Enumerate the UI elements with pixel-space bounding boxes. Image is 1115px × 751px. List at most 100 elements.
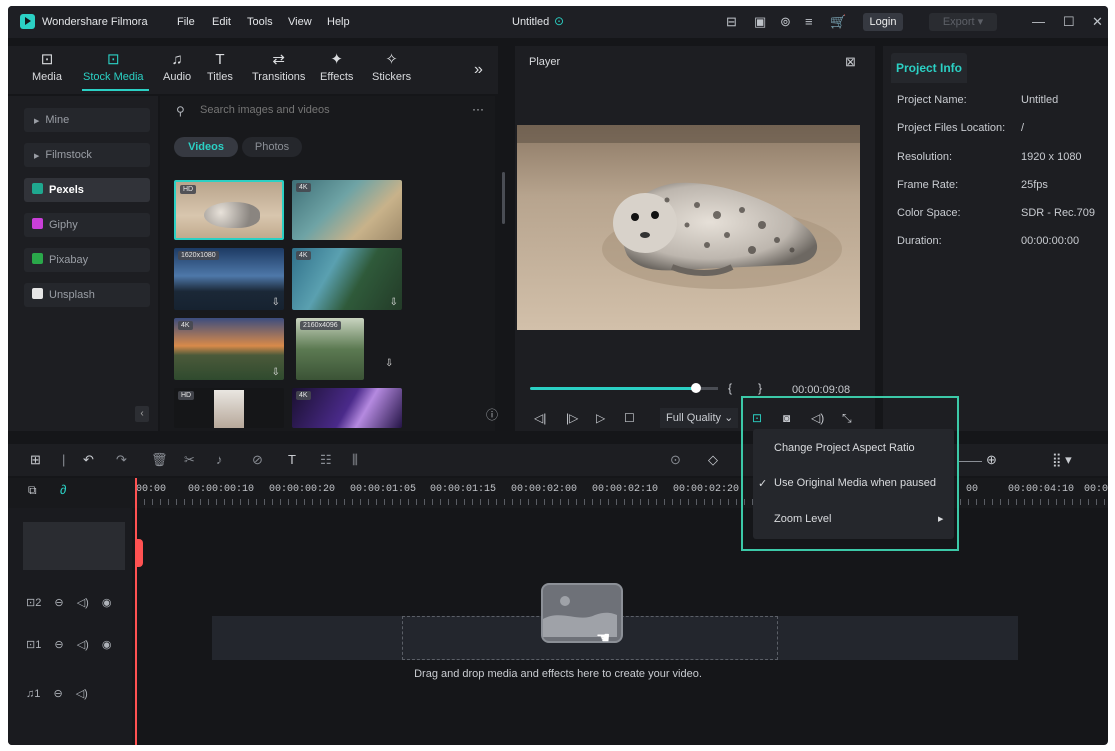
info-icon[interactable]: ⓘ — [486, 406, 498, 423]
active-tab-underline — [82, 89, 149, 91]
add-track-icon[interactable]: ⧉ — [28, 483, 37, 498]
sidebar-item-pexels[interactable]: Pexels — [24, 178, 150, 202]
snapshot-chart-icon[interactable]: ⊠ — [845, 54, 856, 70]
cloud-icon[interactable]: ⊚ — [780, 14, 791, 30]
mute-icon[interactable]: ◁) — [77, 597, 89, 609]
cart-icon[interactable]: 🛒 — [830, 14, 846, 30]
browser-scrollbar[interactable] — [502, 172, 505, 224]
submenu-arrow-icon: ▶ — [938, 516, 944, 523]
close-icon[interactable]: ✕ — [1092, 14, 1103, 30]
tab-media[interactable]: ⊡ Media — [32, 51, 62, 83]
playback-progress[interactable] — [530, 387, 698, 390]
prev-frame-icon[interactable]: ◁| — [534, 411, 546, 425]
play-icon[interactable]: ▷ — [596, 411, 605, 425]
video-thumb-river[interactable]: 4K ⇩ — [292, 248, 402, 310]
tab-titles[interactable]: T Titles — [207, 51, 233, 83]
expand-tabs-icon[interactable]: » — [474, 61, 483, 79]
resolution-badge: HD — [180, 185, 197, 194]
video-thumb-coast[interactable]: 4K — [292, 180, 402, 240]
video-thumb-hand[interactable]: HD — [174, 388, 284, 428]
stop-icon[interactable]: ☐ — [624, 411, 635, 425]
menu-item-change-aspect-ratio[interactable]: Change Project Aspect Ratio — [774, 442, 915, 454]
sidebar-item-label: Filmstock — [45, 149, 92, 161]
tab-photos[interactable]: Photos — [242, 137, 302, 157]
audio-adjust-icon[interactable]: ♪ — [216, 452, 223, 467]
tab-stock-media[interactable]: ⊡ Stock Media — [83, 51, 144, 83]
login-button[interactable]: Login — [863, 13, 903, 31]
download-icon[interactable]: ⇩ — [390, 297, 398, 308]
text-icon[interactable]: T — [288, 452, 296, 467]
sidebar-item-filmstock[interactable]: ▶ Filmstock — [24, 143, 150, 167]
undo-icon[interactable]: ↶ — [83, 452, 94, 468]
download-icon[interactable]: ⇩ — [272, 367, 280, 378]
lock-icon[interactable]: ⊖ — [53, 688, 62, 700]
menu-item-zoom-level[interactable]: Zoom Level — [774, 513, 831, 525]
video-thumb-seal[interactable]: HD — [174, 180, 284, 240]
delete-icon[interactable]: 🗑 — [151, 452, 168, 468]
download-icon[interactable]: ⇩ — [272, 297, 280, 308]
track-number: 1 — [35, 639, 42, 651]
save-icon[interactable]: ▣ — [754, 14, 766, 30]
menu-file[interactable]: File — [177, 16, 195, 28]
tab-stickers[interactable]: ✧ Stickers — [372, 51, 411, 83]
video-thumb-lake[interactable]: 1620x1080 ⇩ — [174, 248, 284, 310]
tab-videos[interactable]: Videos — [174, 137, 238, 157]
mask-icon[interactable]: ⊘ — [252, 452, 263, 468]
sidebar-item-label: Giphy — [49, 219, 78, 231]
video-thumb-galaxy[interactable]: 4K — [292, 388, 402, 428]
sidebar-item-giphy[interactable]: Giphy — [24, 213, 150, 237]
next-frame-icon[interactable]: |▷ — [566, 411, 578, 425]
cut-icon[interactable]: ✂ — [184, 452, 195, 468]
tab-project-info[interactable]: Project Info — [891, 53, 967, 83]
layout-grid-icon[interactable]: ⊞ — [30, 452, 41, 468]
menu-view[interactable]: View — [288, 16, 312, 28]
visibility-eye-icon[interactable]: ◉ — [102, 639, 112, 651]
link-icon[interactable]: ∂ — [60, 482, 66, 497]
layout-icon[interactable]: ⊟ — [726, 14, 737, 30]
video-track-icon: ⊡ — [26, 639, 36, 651]
sidebar-item-pixabay[interactable]: Pixabay — [24, 248, 150, 272]
drop-message: Drag and drop media and effects here to … — [414, 668, 702, 680]
visibility-eye-icon[interactable]: ◉ — [102, 597, 112, 609]
menu-list-icon[interactable]: ≡ — [805, 14, 813, 29]
mark-out-icon[interactable]: } — [758, 381, 762, 395]
playhead-handle[interactable] — [135, 539, 143, 567]
mute-icon[interactable]: ◁) — [76, 688, 88, 700]
lock-icon[interactable]: ⊖ — [54, 597, 63, 609]
sidebar-item-mine[interactable]: ▶ Mine — [24, 108, 150, 132]
adjust-icon[interactable]: ☷ — [320, 452, 332, 468]
redo-icon[interactable]: ↷ — [116, 452, 127, 468]
export-button[interactable]: Export ▾ — [929, 13, 997, 31]
download-icon[interactable]: ⇩ — [385, 358, 393, 369]
menu-edit[interactable]: Edit — [212, 16, 231, 28]
zoom-slider[interactable] — [958, 461, 982, 462]
menu-tools[interactable]: Tools — [247, 16, 273, 28]
search-input[interactable] — [198, 103, 452, 117]
marker-icon[interactable]: ◇ — [708, 452, 718, 468]
zoom-in-icon[interactable]: ⊕ — [986, 452, 997, 468]
sidebar-item-unsplash[interactable]: Unsplash — [24, 283, 150, 307]
lock-icon[interactable]: ⊖ — [54, 639, 63, 651]
waveform-icon[interactable]: ⫼ — [352, 452, 358, 468]
minimize-icon[interactable]: — — [1032, 14, 1045, 29]
tab-effects[interactable]: ✦ Effects — [320, 51, 353, 83]
menu-help[interactable]: Help — [327, 16, 350, 28]
menu-item-use-original-media[interactable]: Use Original Media when paused — [774, 477, 936, 489]
quality-select[interactable]: Full Quality ⌄ — [660, 408, 738, 428]
collapse-sidebar-button[interactable]: ‹ — [135, 406, 149, 422]
mute-icon[interactable]: ◁) — [77, 639, 89, 651]
mark-in-icon[interactable]: { — [728, 381, 732, 395]
info-value: SDR - Rec.709 — [1021, 207, 1095, 219]
maximize-icon[interactable]: ☐ — [1063, 14, 1075, 30]
more-options-icon[interactable]: ··· — [472, 102, 484, 116]
tab-stickers-label: Stickers — [372, 71, 412, 83]
tab-transitions[interactable]: ⇄ Transitions — [252, 51, 305, 83]
playhead[interactable] — [135, 478, 137, 745]
video-thumb-sunset[interactable]: 4K ⇩ — [174, 318, 284, 380]
render-icon[interactable]: ⊙ — [670, 452, 681, 468]
track-options-icon[interactable]: ⣿ ▾ — [1052, 452, 1072, 468]
tab-transitions-label: Transitions — [252, 71, 306, 83]
playhead-knob[interactable] — [691, 383, 701, 393]
video-thumb-forest[interactable]: 2160x4096 — [296, 318, 364, 380]
tab-audio[interactable]: ♫ Audio — [163, 51, 191, 83]
